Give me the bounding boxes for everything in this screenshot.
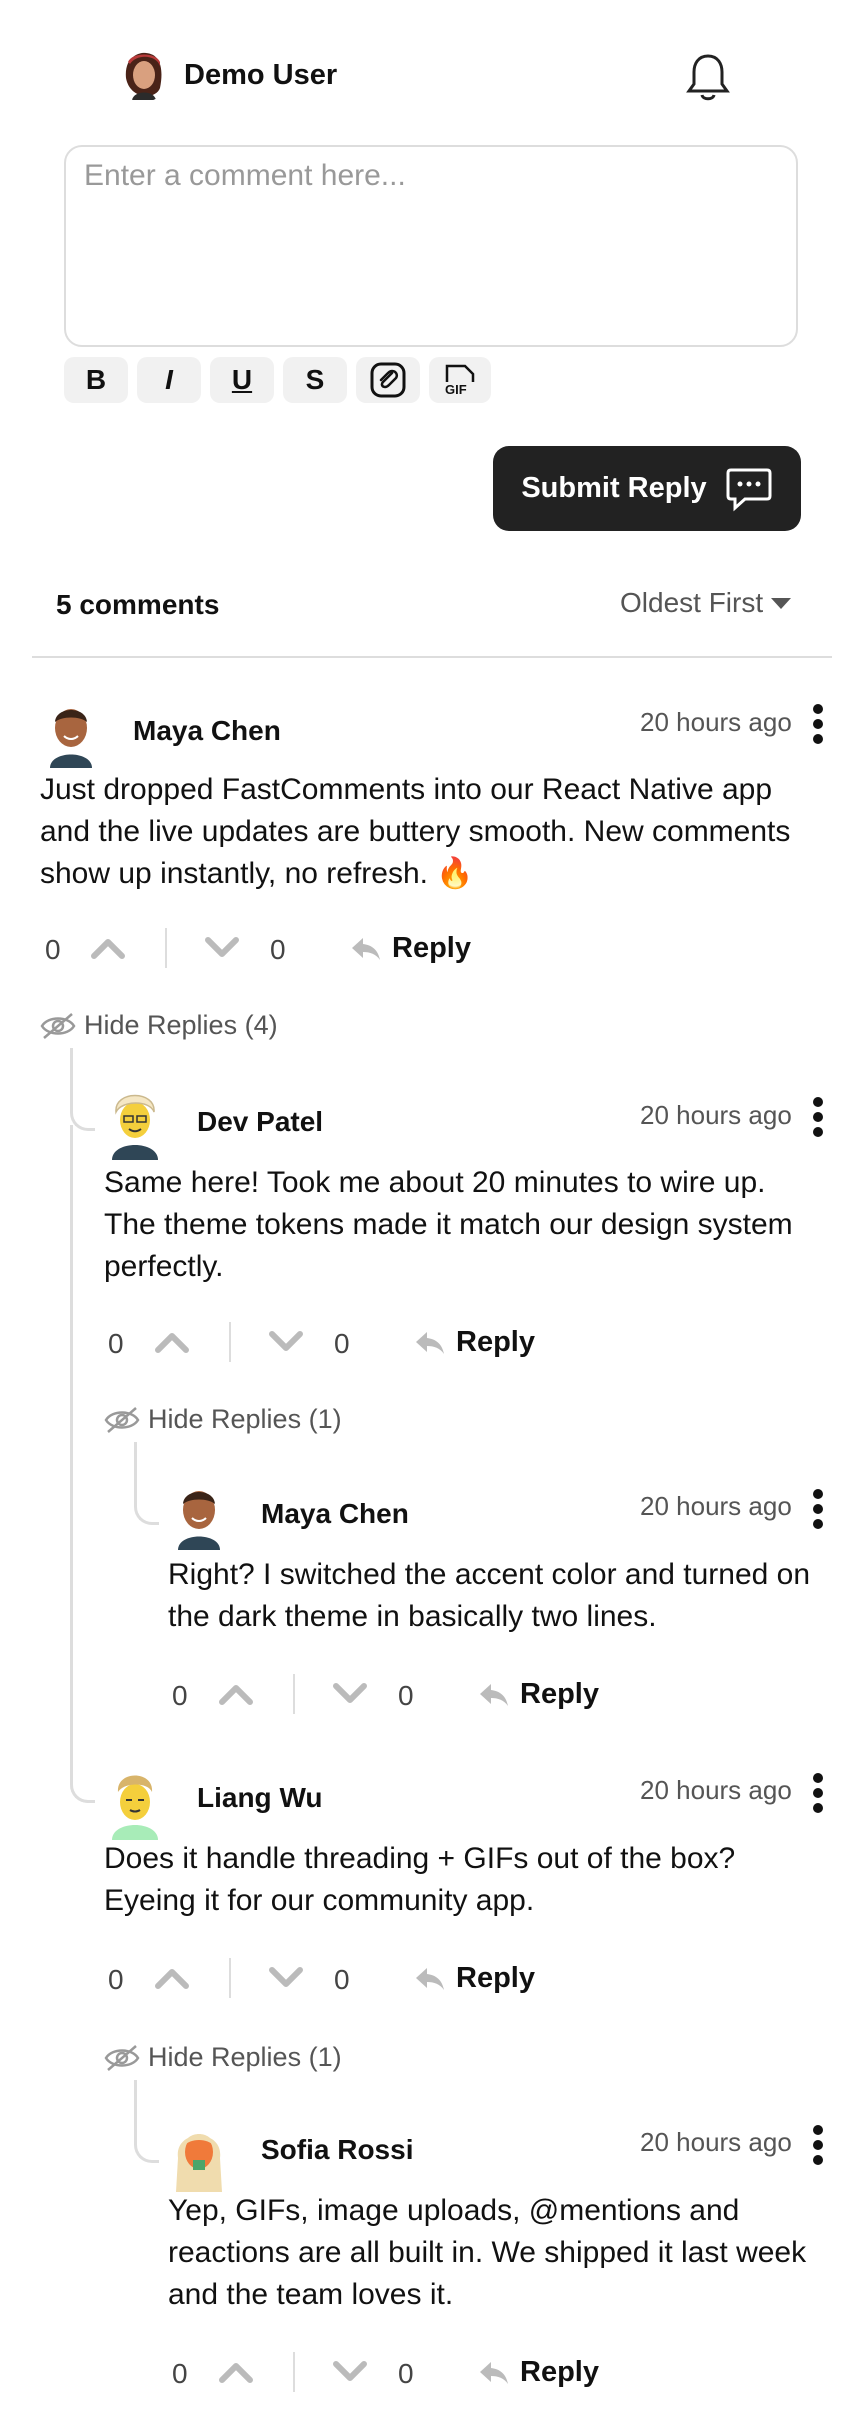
comment-text: Does it handle threading + GIFs out of t… bbox=[104, 1842, 736, 1917]
comment-timestamp: 20 hours ago bbox=[640, 1491, 792, 1521]
comment-timestamp: 20 hours ago bbox=[640, 707, 792, 737]
vote-divider bbox=[293, 1674, 295, 1714]
reply-label: Reply bbox=[456, 1962, 535, 1994]
reply-label: Reply bbox=[456, 1326, 535, 1358]
reply-arrow-icon bbox=[480, 1683, 508, 1706]
upvote-icon[interactable] bbox=[90, 936, 126, 960]
downvote-icon[interactable] bbox=[268, 1966, 304, 1990]
avatar[interactable] bbox=[168, 2118, 230, 2192]
reply-button[interactable]: Reply bbox=[414, 1326, 535, 1359]
comment-text: Right? I switched the accent color and t… bbox=[168, 1558, 811, 1633]
downvote-icon[interactable] bbox=[332, 1682, 368, 1706]
upvote-icon[interactable] bbox=[218, 1682, 254, 1706]
comment-author[interactable]: Sofia Rossi bbox=[261, 2134, 413, 2166]
reply-label: Reply bbox=[392, 932, 471, 964]
upvote-count: 0 bbox=[172, 1680, 188, 1711]
downvote-icon[interactable] bbox=[204, 936, 240, 960]
reply-button[interactable]: Reply bbox=[478, 2356, 599, 2389]
hide-replies-label: Hide Replies (1) bbox=[148, 2042, 342, 2072]
vote-divider bbox=[165, 928, 167, 968]
gif-label: GIF bbox=[445, 382, 467, 397]
upvote-count: 0 bbox=[172, 2358, 188, 2389]
caret-down-icon bbox=[771, 598, 792, 609]
downvote-icon[interactable] bbox=[332, 2360, 368, 2384]
eye-slash-icon bbox=[104, 1406, 140, 1433]
downvote-icon[interactable] bbox=[268, 1330, 304, 1354]
sort-dropdown[interactable]: Oldest First bbox=[620, 587, 792, 619]
upvote-count: 0 bbox=[108, 1964, 124, 1995]
reply-label: Reply bbox=[520, 1678, 599, 1710]
downvote-count: 0 bbox=[270, 934, 286, 965]
upvote-icon[interactable] bbox=[154, 1966, 190, 1990]
comment-author[interactable]: Maya Chen bbox=[261, 1498, 409, 1530]
downvote-count: 0 bbox=[398, 1680, 414, 1711]
reply-arrow-icon bbox=[416, 1331, 444, 1354]
comment-author[interactable]: Maya Chen bbox=[133, 715, 281, 747]
current-user-name: Demo User bbox=[184, 59, 338, 91]
strikethrough-button[interactable]: S bbox=[283, 357, 347, 403]
vote-divider bbox=[229, 1322, 231, 1362]
bell-icon[interactable] bbox=[686, 52, 730, 107]
more-options-icon[interactable] bbox=[812, 1489, 824, 1539]
reply-button[interactable]: Reply bbox=[478, 1678, 599, 1711]
attach-button[interactable] bbox=[356, 357, 420, 403]
comment-timestamp: 20 hours ago bbox=[640, 1100, 792, 1130]
italic-button[interactable]: I bbox=[137, 357, 201, 403]
avatar[interactable] bbox=[104, 1764, 166, 1840]
bold-button[interactable]: B bbox=[64, 357, 128, 403]
submit-reply-button[interactable]: Submit Reply bbox=[493, 446, 801, 531]
reply-arrow-icon bbox=[416, 1967, 444, 1990]
reply-arrow-icon bbox=[480, 2361, 508, 2384]
comment-text: Same here! Took me about 20 minutes to w… bbox=[104, 1166, 793, 1283]
comment-author[interactable]: Dev Patel bbox=[197, 1106, 323, 1138]
more-options-icon[interactable] bbox=[812, 1097, 824, 1147]
thread-line bbox=[134, 2080, 159, 2163]
more-options-icon[interactable] bbox=[812, 1773, 824, 1823]
submit-reply-label: Submit Reply bbox=[521, 472, 707, 504]
avatar[interactable] bbox=[40, 698, 102, 768]
paperclip-icon bbox=[370, 362, 406, 398]
thread-line bbox=[70, 1720, 95, 1803]
thread-line bbox=[70, 1048, 95, 1131]
current-user-avatar[interactable] bbox=[116, 48, 170, 102]
upvote-icon[interactable] bbox=[218, 2360, 254, 2384]
thread-line bbox=[134, 1442, 159, 1525]
reply-label: Reply bbox=[520, 2356, 599, 2388]
comment-text: Yep, GIFs, image uploads, @mentions and … bbox=[168, 2194, 807, 2311]
upvote-count: 0 bbox=[108, 1328, 124, 1359]
hide-replies-label: Hide Replies (4) bbox=[84, 1010, 278, 1040]
hide-replies-toggle[interactable]: Hide Replies (4) bbox=[40, 1010, 278, 1041]
gif-button[interactable]: GIF bbox=[429, 357, 491, 403]
thread-line bbox=[70, 1125, 73, 1785]
chat-bubble-icon bbox=[726, 468, 772, 511]
eye-slash-icon bbox=[40, 1012, 76, 1039]
upvote-icon[interactable] bbox=[154, 1330, 190, 1354]
eye-slash-icon bbox=[104, 2044, 140, 2071]
vote-divider bbox=[293, 2352, 295, 2392]
upvote-count: 0 bbox=[45, 934, 61, 965]
more-options-icon[interactable] bbox=[812, 2125, 824, 2175]
downvote-count: 0 bbox=[334, 1964, 350, 1995]
reply-button[interactable]: Reply bbox=[350, 932, 471, 965]
comment-author[interactable]: Liang Wu bbox=[197, 1782, 322, 1814]
hide-replies-toggle[interactable]: Hide Replies (1) bbox=[104, 2042, 342, 2073]
divider bbox=[32, 656, 832, 658]
underline-button[interactable]: U bbox=[210, 357, 274, 403]
comment-count: 5 comments bbox=[56, 589, 220, 620]
vote-divider bbox=[229, 1958, 231, 1998]
sort-label: Oldest First bbox=[620, 587, 764, 618]
reply-button[interactable]: Reply bbox=[414, 1962, 535, 1995]
hide-replies-label: Hide Replies (1) bbox=[148, 1404, 342, 1434]
downvote-count: 0 bbox=[398, 2358, 414, 2389]
comment-timestamp: 20 hours ago bbox=[640, 1775, 792, 1805]
more-options-icon[interactable] bbox=[812, 704, 824, 754]
avatar[interactable] bbox=[104, 1084, 166, 1160]
reply-arrow-icon bbox=[352, 937, 380, 960]
comment-timestamp: 20 hours ago bbox=[640, 2127, 792, 2157]
comment-text: Just dropped FastComments into our React… bbox=[40, 773, 791, 890]
hide-replies-toggle[interactable]: Hide Replies (1) bbox=[104, 1404, 342, 1435]
comment-input[interactable] bbox=[64, 145, 798, 347]
downvote-count: 0 bbox=[334, 1328, 350, 1359]
avatar[interactable] bbox=[168, 1480, 230, 1550]
